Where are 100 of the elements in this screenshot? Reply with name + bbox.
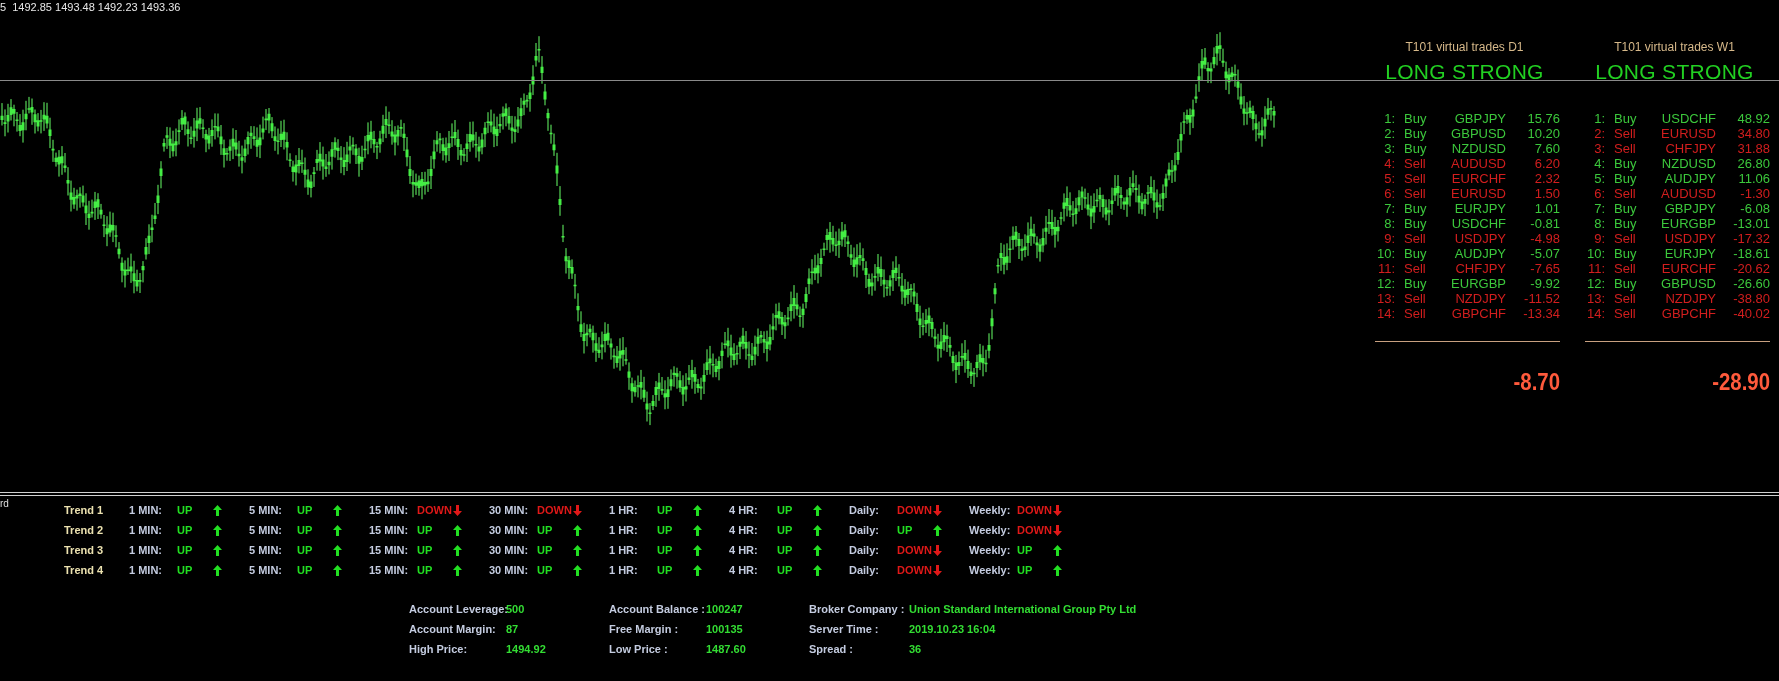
trade-value: 31.88	[1736, 141, 1770, 156]
account-value: 1487.60	[706, 643, 746, 655]
trend-label: Trend 1	[64, 504, 105, 516]
account-value: 1494.92	[506, 643, 546, 655]
arrow-up-icon	[333, 544, 342, 556]
trade-side: Sell	[1613, 261, 1637, 276]
panel-title: T101 virtual trades D1	[1404, 40, 1525, 56]
trade-value: 34.80	[1736, 126, 1770, 141]
trade-symbol: EURCHF	[1660, 261, 1716, 276]
trade-symbol: GBPCHF	[1660, 306, 1716, 321]
trade-symbol: CHFJPY	[1664, 141, 1716, 156]
timeframe-label: 1 HR:	[609, 504, 639, 516]
trade-value: -5.07	[1529, 246, 1560, 261]
trade-side: Buy	[1403, 201, 1428, 216]
trade-symbol: NZDUSD	[1660, 156, 1716, 171]
trend-value: UP	[777, 504, 794, 516]
trend-value: DOWN	[1017, 524, 1053, 536]
trade-value: 10.20	[1526, 126, 1560, 141]
trade-value: -20.62	[1732, 261, 1770, 276]
timeframe-label: 5 MIN:	[249, 544, 283, 556]
trade-number: 5:	[1383, 171, 1395, 186]
trend-value: UP	[897, 524, 914, 536]
timeframe-label: Daily:	[849, 564, 880, 576]
account-label: High Price:	[409, 643, 469, 655]
arrow-up-icon	[573, 524, 582, 536]
trend-value: UP	[1017, 564, 1034, 576]
trade-side: Sell	[1613, 306, 1637, 321]
trade-symbol: EURJPY	[1453, 201, 1506, 216]
trade-symbol: EURGBP	[1450, 276, 1506, 291]
trend-value: UP	[297, 544, 314, 556]
trade-value: 2.32	[1533, 171, 1560, 186]
cut-label: rd	[0, 498, 9, 509]
trade-side: Buy	[1403, 246, 1428, 261]
arrow-up-icon	[333, 504, 342, 516]
trade-symbol: GBPJPY	[1453, 111, 1506, 126]
account-label: Broker Company :	[809, 603, 906, 615]
trade-side: Buy	[1613, 201, 1638, 216]
total-value: -28.90	[1711, 368, 1770, 396]
trade-value: -18.61	[1732, 246, 1770, 261]
trade-number: 6:	[1593, 186, 1605, 201]
timeframe-label: Weekly:	[969, 524, 1012, 536]
trade-number: 2:	[1383, 126, 1395, 141]
timeframe-label: Weekly:	[969, 564, 1012, 576]
trade-side: Buy	[1403, 216, 1428, 231]
signal-label: LONG STRONG	[1594, 60, 1755, 84]
trade-value: 26.80	[1736, 156, 1770, 171]
account-value: 100135	[706, 623, 743, 635]
timeframe-label: 15 MIN:	[369, 504, 410, 516]
trade-number: 9:	[1593, 231, 1605, 246]
ohlc-label: 5 1492.85 1493.48 1492.23 1493.36	[0, 0, 182, 13]
trend-value: DOWN	[417, 504, 453, 516]
trade-symbol: NZDJPY	[1664, 291, 1716, 306]
trend-value: UP	[537, 544, 554, 556]
trend-value: UP	[297, 564, 314, 576]
arrow-down-icon	[573, 504, 582, 516]
trade-side: Sell	[1403, 291, 1427, 306]
timeframe-label: Daily:	[849, 524, 880, 536]
trade-side: Sell	[1403, 186, 1427, 201]
trade-symbol: EURJPY	[1663, 246, 1716, 261]
arrow-up-icon	[213, 524, 222, 536]
signal-label: LONG STRONG	[1384, 60, 1545, 84]
trade-number: 4:	[1593, 156, 1605, 171]
account-value: Union Standard International Group Pty Ltd	[909, 603, 1137, 615]
trade-side: Sell	[1613, 231, 1637, 246]
trade-symbol: AUDUSD	[1660, 186, 1716, 201]
timeframe-label: 5 MIN:	[249, 504, 283, 516]
trade-symbol: EURGBP	[1660, 216, 1716, 231]
timeframe-label: 15 MIN:	[369, 564, 410, 576]
timeframe-label: Daily:	[849, 504, 880, 516]
timeframe-label: 1 MIN:	[129, 504, 163, 516]
arrow-up-icon	[573, 564, 582, 576]
trade-symbol: NZDJPY	[1454, 291, 1506, 306]
account-value: 36	[909, 643, 922, 655]
trade-side: Buy	[1613, 111, 1638, 126]
trade-value: 1.01	[1533, 201, 1560, 216]
arrow-up-icon	[213, 564, 222, 576]
trade-symbol: AUDJPY	[1453, 246, 1506, 261]
trade-number: 13:	[1375, 291, 1395, 306]
arrow-up-icon	[453, 544, 462, 556]
trend-value: DOWN	[897, 544, 933, 556]
trade-number: 4:	[1383, 156, 1395, 171]
arrow-up-icon	[213, 544, 222, 556]
timeframe-label: 1 HR:	[609, 544, 639, 556]
trade-symbol: GBPJPY	[1663, 201, 1716, 216]
trend-value: UP	[177, 544, 194, 556]
arrow-down-icon	[1053, 524, 1062, 536]
trade-side: Buy	[1613, 276, 1638, 291]
trade-value: -17.32	[1732, 231, 1770, 246]
arrow-down-icon	[933, 564, 942, 576]
account-label: Account Leverage:	[409, 603, 506, 615]
timeframe-label: 1 MIN:	[129, 564, 163, 576]
timeframe-label: 30 MIN:	[489, 564, 530, 576]
trade-side: Buy	[1613, 246, 1638, 261]
panel-title: T101 virtual trades W1	[1613, 40, 1736, 56]
arrow-up-icon	[453, 524, 462, 536]
trade-side: Buy	[1403, 126, 1428, 141]
trade-number: 10:	[1585, 246, 1605, 261]
trade-symbol: GBPUSD	[1450, 126, 1506, 141]
timeframe-label: 5 MIN:	[249, 564, 283, 576]
arrow-up-icon	[693, 544, 702, 556]
